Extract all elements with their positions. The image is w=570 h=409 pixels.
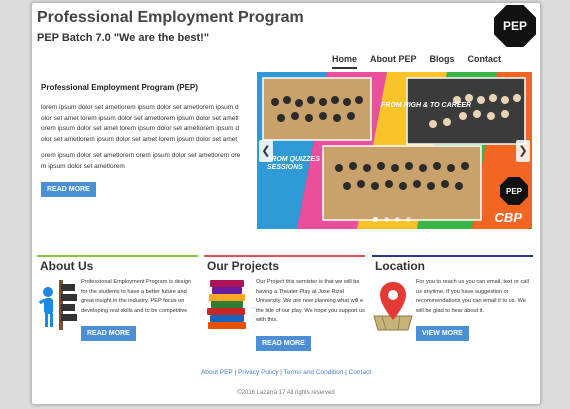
slide-image — [257, 72, 532, 229]
location-text: For you to reach us you can email, text … — [416, 279, 529, 314]
our-projects-text: Our Project this semister is that we wil… — [256, 279, 365, 323]
site-tagline: PEP Batch 7.0 "We are the best!" — [37, 32, 210, 44]
slider-prev-arrow-icon[interactable]: ❮ — [259, 140, 273, 162]
nav-contact[interactable]: Contact — [468, 54, 502, 69]
footer-link-about-pep[interactable]: About PEP — [201, 369, 233, 376]
person-with-sign-icon — [38, 280, 77, 330]
slide-caption-left: FROM QUIZZES SESSIONS — [267, 156, 320, 171]
about-us-heading: About Us — [40, 259, 94, 273]
slider-dot[interactable] — [395, 217, 400, 222]
slider-dot[interactable] — [373, 217, 378, 222]
intro-read-more-button[interactable]: READ MORE — [41, 182, 96, 197]
footer-separator: | — [234, 369, 237, 376]
footer-links: About PEP | Privacy Policy | Terms and C… — [32, 369, 540, 376]
map-pin-icon — [373, 282, 413, 331]
location-section: Location For you to reach us you can ema… — [372, 255, 533, 359]
intro-section: Professional Employment Program (PEP) lo… — [41, 83, 241, 197]
our-projects-heading: Our Projects — [207, 259, 280, 273]
main-nav: Home About PEP Blogs Contact — [332, 54, 501, 69]
group-photo-top-left — [262, 77, 372, 141]
copyright: ©2016 Lazarra 17 All rights reserved — [237, 390, 335, 396]
nav-home[interactable]: Home — [332, 54, 358, 69]
footer-separator: | — [280, 369, 282, 376]
about-us-text: Professional Employment Program is desig… — [81, 279, 192, 314]
location-view-more-button[interactable]: VIEW MORE — [416, 326, 469, 341]
footer-link-contact[interactable]: Contact — [349, 369, 371, 376]
nav-blogs[interactable]: Blogs — [430, 54, 455, 69]
slider-dots — [373, 217, 411, 222]
about-accent-bar — [37, 255, 198, 257]
projects-accent-bar — [204, 255, 365, 257]
image-slider: FROM HIGH & TO CAREER FROM QUIZZES SESSI… — [257, 72, 532, 229]
intro-paragraph-2: orem ipsum dolor set ametlorem orem ipsu… — [41, 152, 241, 170]
footer-link-privacy-policy[interactable]: Privacy Policy — [238, 369, 278, 376]
location-accent-bar — [372, 255, 533, 257]
our-projects-section: Our Projects Our Project this semister i… — [204, 255, 365, 359]
slide-caption-top: FROM HIGH & TO CAREER — [381, 102, 472, 109]
projects-read-more-button[interactable]: READ MORE — [256, 336, 311, 351]
intro-paragraph-1: lorem ipsum dolor set ametlorem ipsum do… — [41, 104, 239, 143]
site-title: Professional Employment Program — [37, 9, 304, 26]
slider-dot[interactable] — [384, 217, 389, 222]
slider-dot[interactable] — [406, 217, 411, 222]
about-us-section: About Us Professional Employment Program… — [37, 255, 198, 359]
about-read-more-button[interactable]: READ MORE — [81, 326, 136, 341]
pep-logo[interactable]: PEP — [494, 5, 536, 47]
books-icon — [207, 280, 246, 329]
nav-about-pep[interactable]: About PEP — [370, 54, 417, 69]
location-heading: Location — [375, 259, 425, 273]
footer-link-terms[interactable]: Terms and Condition — [284, 369, 344, 376]
page: Professional Employment Program PEP Batc… — [31, 2, 541, 405]
slider-next-arrow-icon[interactable]: ❯ — [516, 140, 530, 162]
intro-heading: Professional Employment Program (PEP) — [41, 83, 198, 92]
footer-separator: | — [345, 369, 347, 376]
slide-cbp-watermark: CBP — [494, 210, 522, 225]
slide-pep-badge: PEP — [500, 177, 528, 205]
